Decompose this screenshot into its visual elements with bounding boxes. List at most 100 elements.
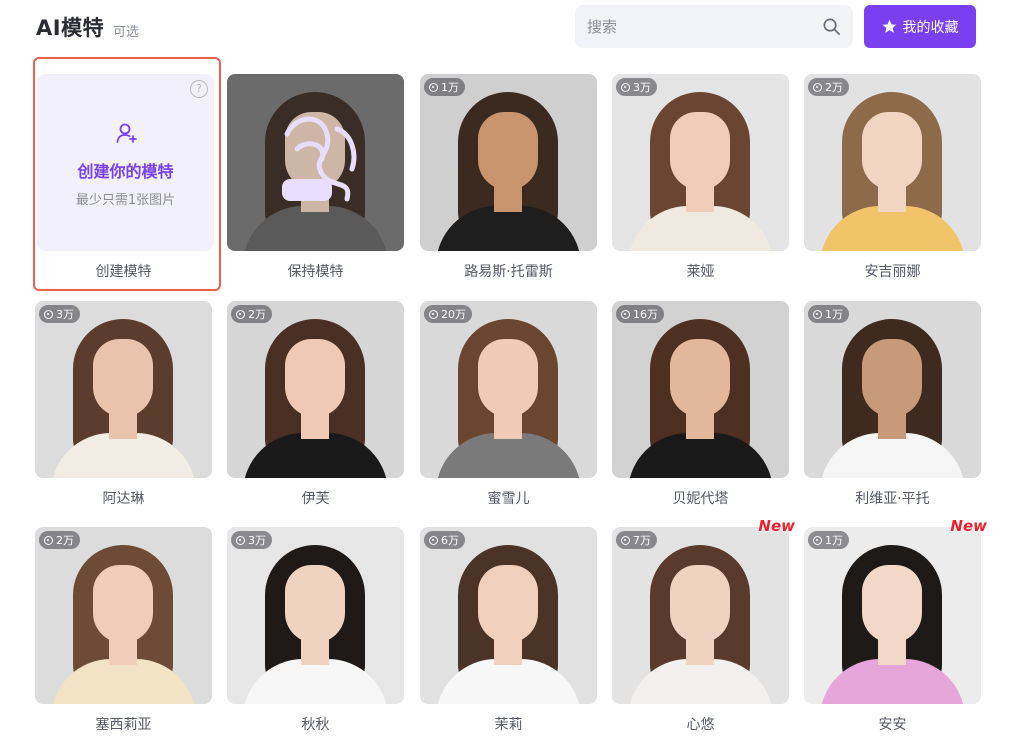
model-name[interactable]: 保持模特 [227, 261, 404, 281]
model-portrait-image [420, 74, 597, 251]
eye-icon [44, 309, 53, 319]
views-badge: 3万 [616, 78, 657, 96]
views-count: 6万 [441, 534, 459, 547]
views-badge: 3万 [39, 305, 80, 323]
model-name[interactable]: 安安 [804, 714, 981, 734]
model-thumbnail[interactable]: 6万 [420, 527, 597, 704]
header: AI模特 可选 我的收藏 [0, 0, 1024, 56]
hold-model-overlay-icon [227, 74, 404, 251]
model-name[interactable]: 利维亚·平托 [804, 488, 981, 508]
model-name[interactable]: 塞西莉亚 [35, 714, 212, 734]
user-plus-icon [116, 123, 137, 143]
portrait-face [478, 339, 538, 417]
new-badge: New [758, 517, 795, 535]
model-thumbnail[interactable]: 2万 [35, 527, 212, 704]
views-count: 3万 [633, 81, 651, 94]
model-card[interactable]: 2万安吉丽娜 [804, 74, 981, 281]
model-name[interactable]: 安吉丽娜 [804, 261, 981, 281]
model-portrait-image [35, 301, 212, 478]
model-thumbnail[interactable]: 2万 [804, 74, 981, 251]
views-badge: 2万 [39, 531, 80, 549]
model-thumbnail[interactable]: 1万 [420, 74, 597, 251]
model-thumbnail[interactable]: 16万 [612, 301, 789, 478]
model-thumbnail[interactable]: 3万 [612, 74, 789, 251]
search-input[interactable] [587, 5, 817, 48]
views-badge: 2万 [231, 305, 272, 323]
model-portrait-image [227, 527, 404, 704]
views-count: 3万 [248, 534, 266, 547]
help-icon[interactable]: ? [190, 80, 208, 98]
views-count: 2万 [56, 534, 74, 547]
model-name[interactable]: 秋秋 [227, 714, 404, 734]
new-badge: New [950, 517, 987, 535]
model-card[interactable]: 1万利维亚·平托 [804, 301, 981, 508]
portrait-face [285, 339, 345, 417]
portrait-face [285, 565, 345, 643]
model-card[interactable]: 16万贝妮代塔 [612, 301, 789, 508]
views-count: 16万 [633, 308, 658, 321]
model-card[interactable]: 3万阿达琳 [35, 301, 212, 508]
views-badge: 7万 [616, 531, 657, 549]
model-card[interactable]: 2万伊芙 [227, 301, 404, 508]
views-count: 3万 [56, 308, 74, 321]
views-badge: 16万 [616, 305, 664, 323]
views-count: 7万 [633, 534, 651, 547]
portrait-face [93, 565, 153, 643]
eye-icon [236, 309, 245, 319]
eye-icon [813, 535, 822, 545]
portrait-face [478, 112, 538, 190]
model-portrait-image [612, 527, 789, 704]
favorites-label: 我的收藏 [902, 19, 959, 36]
model-card[interactable]: 保持模特 [227, 74, 404, 281]
model-name[interactable]: 茉莉 [420, 714, 597, 734]
model-thumbnail[interactable]: 3万 [227, 527, 404, 704]
model-name[interactable]: 阿达琳 [35, 488, 212, 508]
create-card-label[interactable]: 创建模特 [35, 261, 212, 281]
my-favorites-button[interactable]: 我的收藏 [864, 5, 976, 48]
views-count: 20万 [441, 308, 466, 321]
views-badge: 1万 [808, 305, 849, 323]
model-name[interactable]: 莱娅 [612, 261, 789, 281]
model-thumbnail[interactable]: 20万 [420, 301, 597, 478]
model-card[interactable]: 3万莱娅 [612, 74, 789, 281]
eye-icon [621, 82, 630, 92]
model-portrait-image [612, 301, 789, 478]
model-thumbnail[interactable]: 7万 [612, 527, 789, 704]
model-thumbnail[interactable]: 1万 [804, 301, 981, 478]
portrait-face [670, 565, 730, 643]
model-name[interactable]: 蜜雪儿 [420, 488, 597, 508]
model-thumbnail[interactable]: 2万 [227, 301, 404, 478]
eye-icon [813, 82, 822, 92]
model-card[interactable]: 3万秋秋 [227, 527, 404, 734]
search-icon[interactable] [822, 17, 841, 36]
model-card[interactable]: 6万茉莉 [420, 527, 597, 734]
model-thumbnail[interactable]: 3万 [35, 301, 212, 478]
model-card[interactable]: 1万 New 安安 [804, 517, 987, 734]
views-badge: 6万 [424, 531, 465, 549]
model-card[interactable]: 1万路易斯·托雷斯 [420, 74, 597, 281]
views-badge: 2万 [808, 78, 849, 96]
create-model-tile[interactable]: ? 创建你的模特 最少只需1张图片 [37, 74, 214, 251]
create-card-title: 创建你的模特 [77, 162, 174, 181]
create-card-subtitle: 最少只需1张图片 [75, 193, 176, 208]
page-subtitle: 可选 [113, 25, 140, 40]
eye-icon [429, 535, 438, 545]
model-thumbnail[interactable] [227, 74, 404, 251]
page-title: AI模特 [36, 16, 105, 40]
views-count: 1万 [825, 308, 843, 321]
model-card[interactable]: 7万 New 心悠 [612, 517, 795, 734]
portrait-face [670, 339, 730, 417]
search-box[interactable] [575, 5, 853, 48]
views-badge: 3万 [231, 531, 272, 549]
eye-icon [236, 535, 245, 545]
model-name[interactable]: 路易斯·托雷斯 [420, 261, 597, 281]
model-name[interactable]: 贝妮代塔 [612, 488, 789, 508]
portrait-face [93, 339, 153, 417]
model-card[interactable]: 2万塞西莉亚 [35, 527, 212, 734]
model-card[interactable]: 20万蜜雪儿 [420, 301, 597, 508]
model-name[interactable]: 心悠 [612, 714, 789, 734]
model-thumbnail[interactable]: 1万 [804, 527, 981, 704]
model-name[interactable]: 伊芙 [227, 488, 404, 508]
star-icon [882, 19, 896, 33]
create-model-card[interactable]: ? 创建你的模特 最少只需1张图片 创建模特 [33, 57, 221, 291]
